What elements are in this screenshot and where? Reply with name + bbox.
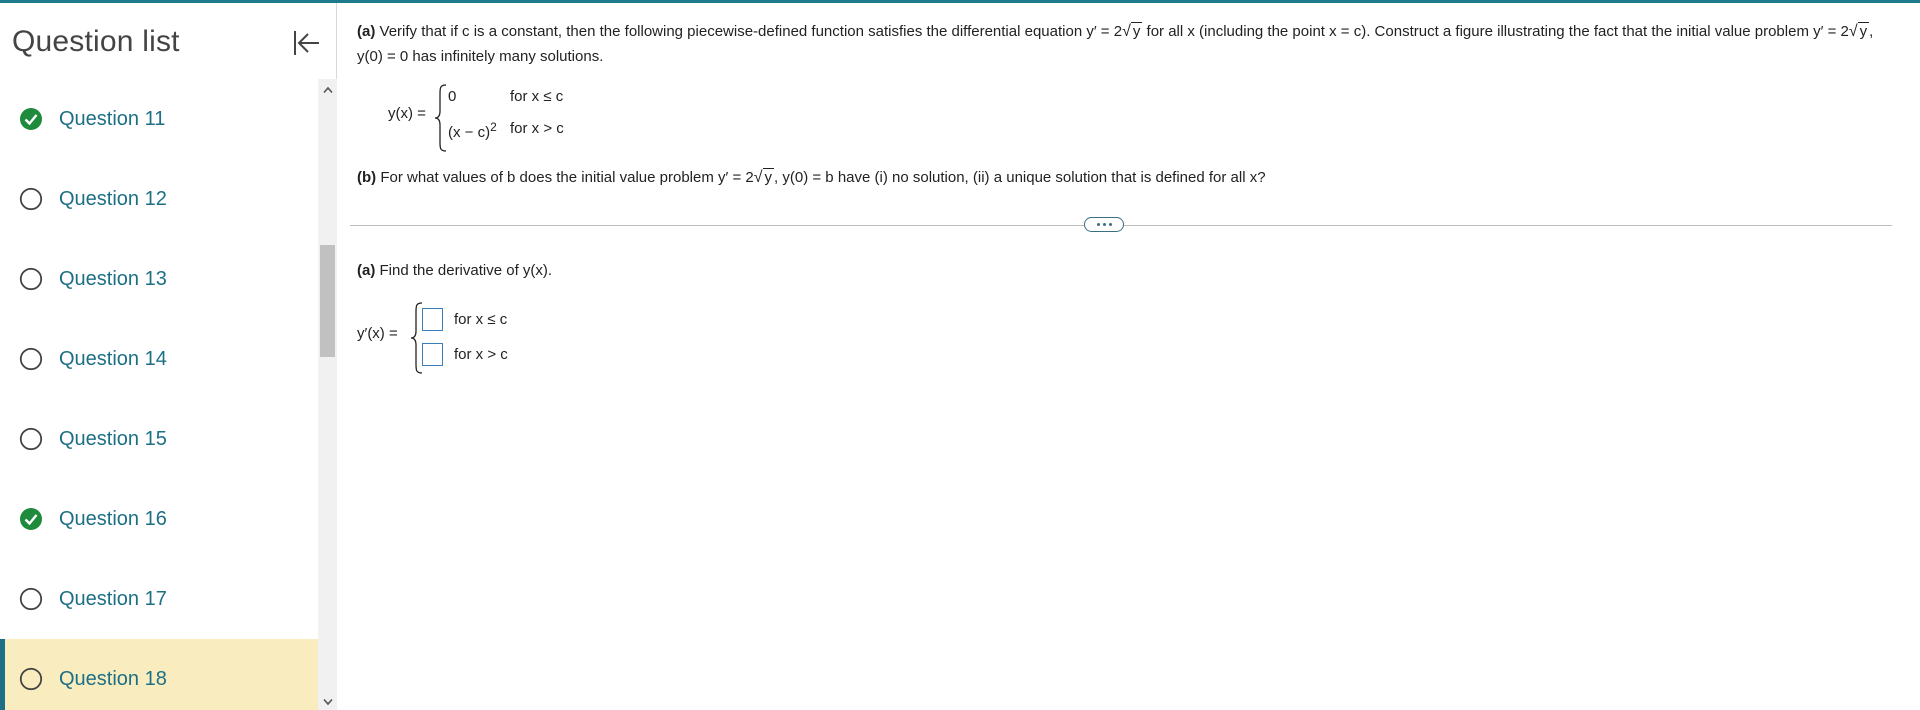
part-b-prompt: (b) For what values of b does the initia… [357, 168, 1897, 187]
question-list-scrollbar[interactable] [318, 79, 337, 710]
case-1-condition: for x ≤ c [510, 88, 564, 105]
chevron-down-icon [322, 698, 333, 705]
derivative-case-1-input[interactable] [422, 308, 443, 331]
question-label: Question 13 [59, 267, 167, 290]
scroll-up-button[interactable] [318, 81, 337, 98]
scroll-down-button[interactable] [318, 693, 337, 710]
empty-circle-icon [19, 427, 43, 451]
answer-marker: (a) [357, 262, 376, 279]
question-list-sidebar: Question list Question 11 Question 12 Qu… [0, 3, 337, 710]
case-2-exponent: 2 [490, 120, 497, 134]
question-label: Question 17 [59, 587, 167, 610]
empty-circle-icon [19, 187, 43, 211]
part-a-text-1: Verify that if c is a constant, then the… [379, 23, 1123, 40]
part-a-text-2: for all x (including the point x = c). C… [1146, 23, 1849, 40]
scrollbar-thumb[interactable] [320, 245, 335, 357]
question-label: Question 18 [59, 667, 167, 690]
answer-prompt-text: Find the derivative of y(x). [379, 262, 553, 279]
question-item-15[interactable]: Question 15 [0, 399, 318, 479]
check-circle-icon [19, 507, 43, 531]
part-b-marker: (b) [357, 169, 377, 186]
question-list: Question 11 Question 12 Question 13 Ques… [0, 79, 318, 710]
sidebar-header: Question list [0, 3, 337, 79]
question-item-12[interactable]: Question 12 [0, 159, 318, 239]
question-label: Question 15 [59, 427, 167, 450]
sqrt-expression: √ y [753, 168, 775, 186]
empty-circle-icon [19, 347, 43, 371]
question-label: Question 16 [59, 507, 167, 530]
radicand: y [1857, 22, 1870, 40]
left-brace-icon [434, 84, 447, 152]
question-item-16[interactable]: Question 16 [0, 479, 318, 559]
question-label: Question 11 [59, 107, 166, 130]
radicand: y [1130, 22, 1143, 40]
question-item-13[interactable]: Question 13 [0, 239, 318, 319]
question-item-14[interactable]: Question 14 [0, 319, 318, 399]
part-a-prompt: (a) Verify that if c is a constant, then… [357, 19, 1897, 69]
sqrt-expression: √ y [1122, 22, 1143, 40]
question-item-17[interactable]: Question 17 [0, 559, 318, 639]
empty-circle-icon [19, 587, 43, 611]
function-label: y(x) = [388, 105, 426, 122]
collapse-left-icon [294, 31, 319, 55]
question-item-18[interactable]: Question 18 [0, 639, 318, 710]
collapse-sidebar-button[interactable] [288, 25, 324, 61]
derivative-label: y′(x) = [357, 325, 398, 342]
derivative-case-2-condition: for x > c [454, 346, 508, 363]
check-circle-icon [19, 107, 43, 131]
sidebar-title: Question list [12, 25, 180, 58]
case-2-base: (x − c) [448, 124, 491, 141]
question-item-11[interactable]: Question 11 [0, 79, 318, 159]
case-1-expression: 0 [448, 88, 457, 105]
empty-circle-icon [19, 667, 43, 691]
derivative-case-1-condition: for x ≤ c [454, 311, 508, 328]
sqrt-expression: √ y [1848, 22, 1870, 40]
part-a-marker: (a) [357, 23, 376, 40]
empty-circle-icon [19, 267, 43, 291]
part-b-text-2: , y(0) = b have (i) no solution, (ii) a … [774, 169, 1266, 186]
question-label: Question 12 [59, 187, 167, 210]
case-2-condition: for x > c [510, 120, 564, 137]
question-label: Question 14 [59, 347, 167, 370]
chevron-up-icon [322, 86, 333, 93]
part-b-text-1: For what values of b does the initial va… [380, 169, 754, 186]
radicand: y [762, 168, 775, 186]
case-2-expression: (x − c)2 [448, 120, 497, 141]
derivative-case-2-input[interactable] [422, 343, 443, 366]
answer-prompt: (a) Find the derivative of y(x). [357, 262, 552, 279]
question-content: (a) Verify that if c is a constant, then… [338, 3, 1920, 710]
pane-resize-handle[interactable] [1084, 217, 1124, 232]
